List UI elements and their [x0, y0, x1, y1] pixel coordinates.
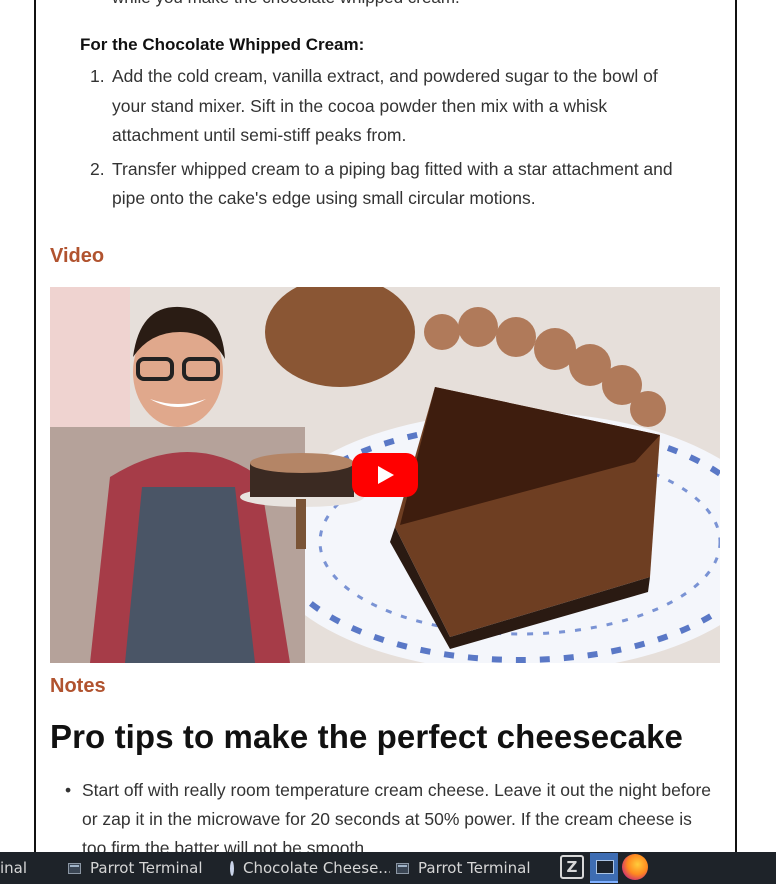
taskbar-item-parrot-terminal-2[interactable]: Parrot Terminal — [396, 852, 546, 884]
bullet-icon: • — [65, 780, 72, 800]
tip-text: Start off with really room temperature c… — [82, 780, 712, 852]
youtube-play-icon[interactable] — [352, 453, 418, 497]
taskbar-item-label: Parrot Terminal — [418, 859, 531, 877]
tips-heading: Pro tips to make the perfect cheesecake — [50, 718, 684, 755]
terminal-icon — [396, 862, 409, 874]
tips-list: • Start off with really room temperature… — [65, 776, 712, 852]
step-number: 2. — [90, 158, 105, 179]
whipped-cream-subheading: For the Chocolate Whipped Cream: — [80, 35, 365, 54]
whipped-cream-steps: 1. Add the cold cream, vanilla extract, … — [90, 62, 692, 218]
video-heading: Video — [50, 245, 105, 267]
taskbar-item-terminal[interactable]: inal — [0, 852, 52, 884]
zeal-tray-icon[interactable]: Z — [560, 855, 584, 879]
cut-off-step-text: while you make the chocolate whipped cre… — [112, 0, 460, 8]
play-triangle-icon — [378, 466, 394, 484]
browser-icon — [230, 860, 234, 876]
taskbar-item-browser[interactable]: Chocolate Cheese... — [230, 852, 390, 884]
step-text: Add the cold cream, vanilla extract, and… — [112, 66, 658, 145]
step-number: 1. — [90, 66, 105, 86]
list-item: 2. Transfer whipped cream to a piping ba… — [90, 155, 692, 214]
taskbar-item-parrot-terminal[interactable]: Parrot Terminal — [68, 852, 218, 884]
list-item: 1. Add the cold cream, vanilla extract, … — [90, 62, 692, 151]
taskbar-item-label: Parrot Terminal — [90, 859, 203, 877]
terminal-tray-icon[interactable] — [590, 853, 618, 883]
terminal-icon — [68, 862, 81, 874]
taskbar: inal Parrot Terminal Chocolate Cheese...… — [0, 852, 776, 884]
step-text: Transfer whipped cream to a piping bag f… — [112, 158, 673, 209]
taskbar-item-label: inal — [0, 859, 28, 877]
firefox-tray-icon[interactable] — [622, 854, 648, 880]
list-item: • Start off with really room temperature… — [65, 776, 712, 852]
browser-viewport: while you make the chocolate whipped cre… — [0, 0, 776, 852]
notes-heading: Notes — [50, 675, 106, 697]
taskbar-item-label: Chocolate Cheese... — [243, 859, 390, 877]
